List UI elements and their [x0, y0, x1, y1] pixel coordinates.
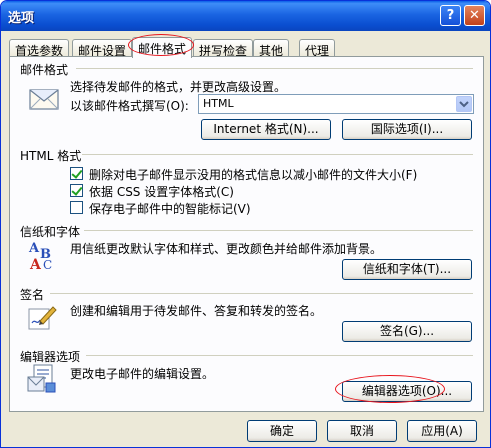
section-divider — [50, 293, 473, 294]
tab-preferences[interactable]: 首选参数 — [9, 39, 70, 58]
css-font-checkbox[interactable] — [70, 184, 83, 197]
tab-spelling[interactable]: 拼写检查 — [193, 39, 254, 58]
smart-tags-checkbox[interactable] — [70, 201, 83, 214]
stationery-fonts-button[interactable]: 信纸和字体(T)... — [342, 259, 472, 280]
tab-delegates[interactable]: 代理 — [299, 39, 336, 58]
svg-text:C: C — [43, 258, 52, 271]
signature-button[interactable]: 签名(G)... — [342, 321, 472, 342]
mail-format-panel: 邮件格式 选择待发邮件的格式，并更改高级设置。 以该邮件格式撰写(O): HTM… — [9, 56, 484, 412]
close-button[interactable]: ✕ — [464, 5, 485, 26]
strip-formatting-checkbox[interactable] — [70, 167, 83, 180]
stationery-description: 用信纸更改默认字体和样式、更改颜色并给邮件添加背景。 — [70, 242, 383, 256]
svg-text:A: A — [29, 257, 42, 271]
stationery-section-label: 信纸和字体 — [20, 225, 81, 239]
smart-tags-label: 保存电子邮件中的智能标记(V) — [89, 202, 251, 216]
fonts-abc-icon: A B A C — [28, 241, 52, 271]
signature-description: 创建和编辑用于待发邮件、答复和转发的签名。 — [70, 304, 323, 318]
compose-format-value: HTML — [203, 97, 234, 110]
window-title: 选项 — [8, 11, 35, 26]
tab-mail-format[interactable]: 邮件格式 — [132, 37, 193, 58]
signature-pen-icon — [28, 306, 57, 330]
options-dialog: 选项 ? ✕ 首选参数 邮件设置 邮件格式 拼写检查 其他 代理 邮件格式 选择… — [0, 0, 491, 448]
editor-description: 更改电子邮件的编辑设置。 — [70, 367, 215, 381]
mail-format-description: 选择待发邮件的格式，并更改高级设置。 — [70, 80, 287, 94]
internet-format-button[interactable]: Internet 格式(N)... — [201, 119, 331, 140]
envelope-icon — [29, 89, 59, 110]
title-bar[interactable]: 选项 ? ✕ — [1, 1, 490, 31]
compose-format-select[interactable]: HTML — [198, 94, 474, 114]
mail-format-section-label: 邮件格式 — [20, 63, 69, 77]
tab-mail-setup[interactable]: 邮件设置 — [72, 39, 133, 58]
section-divider — [76, 68, 473, 69]
section-divider — [82, 154, 473, 155]
html-format-section-label: HTML 格式 — [20, 149, 82, 163]
tab-other[interactable]: 其他 — [253, 39, 290, 58]
editor-document-icon — [27, 364, 56, 393]
chevron-down-icon[interactable] — [456, 96, 472, 112]
css-font-label: 依据 CSS 设置字体格式(C) — [89, 185, 234, 199]
svg-text:A: A — [28, 241, 40, 256]
help-button[interactable]: ? — [440, 5, 461, 26]
editor-options-button[interactable]: 编辑器选项(O)... — [342, 381, 472, 402]
ok-button[interactable]: 确定 — [247, 420, 317, 442]
compose-format-label: 以该邮件格式撰写(O): — [70, 99, 189, 113]
section-divider — [86, 355, 473, 356]
strip-formatting-label: 删除对电子邮件显示没用的格式信息以减小邮件的文件大小(F) — [89, 168, 418, 182]
section-divider — [84, 230, 473, 231]
apply-button[interactable]: 应用(A) — [407, 420, 477, 442]
international-options-button[interactable]: 国际选项(I)... — [342, 119, 472, 140]
cancel-button[interactable]: 取消 — [327, 420, 397, 442]
